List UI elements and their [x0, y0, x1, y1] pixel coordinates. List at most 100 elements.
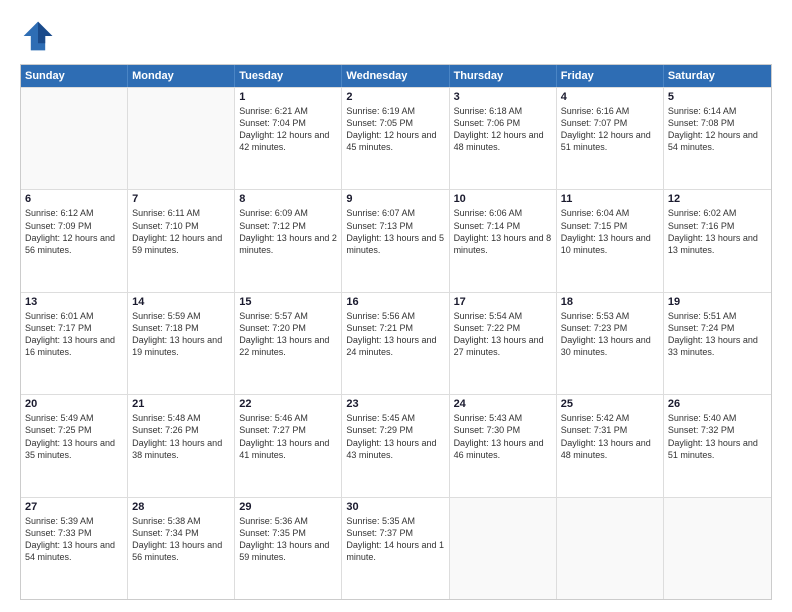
cell-info: Sunrise: 6:06 AM Sunset: 7:14 PM Dayligh… [454, 207, 552, 256]
day-number: 25 [561, 398, 659, 410]
cell-info: Sunrise: 5:39 AM Sunset: 7:33 PM Dayligh… [25, 515, 123, 564]
day-number: 9 [346, 193, 444, 205]
cell-info: Sunrise: 6:21 AM Sunset: 7:04 PM Dayligh… [239, 105, 337, 154]
calendar: SundayMondayTuesdayWednesdayThursdayFrid… [20, 64, 772, 600]
calendar-cell: 20Sunrise: 5:49 AM Sunset: 7:25 PM Dayli… [21, 395, 128, 496]
calendar-cell [557, 498, 664, 599]
cell-info: Sunrise: 5:43 AM Sunset: 7:30 PM Dayligh… [454, 412, 552, 461]
calendar-cell [128, 88, 235, 189]
calendar-cell: 25 Sunrise: 5:42 AM Sunset: 7:31 PM Dayli… [557, 395, 664, 496]
calendar-cell [664, 498, 771, 599]
day-number: 16 [346, 296, 444, 308]
day-number: 4 [561, 91, 659, 103]
day-number: 24 [454, 398, 552, 410]
cell-info: Sunrise: 5:56 AM Sunset: 7:21 PM Dayligh… [346, 310, 444, 359]
cell-info: Sunrise: 5:54 AM Sunset: 7:22 PM Dayligh… [454, 310, 552, 359]
cell-info: Sunrise: 6:04 AM Sunset: 7:15 PM Dayligh… [561, 207, 659, 256]
day-number: 12 [668, 193, 767, 205]
cell-info: Sunrise: 5:59 AM Sunset: 7:18 PM Dayligh… [132, 310, 230, 359]
day-number: 2 [346, 91, 444, 103]
cell-info: Sunrise: 6:12 AM Sunset: 7:09 PM Dayligh… [25, 207, 123, 256]
calendar-cell: 7 Sunrise: 6:11 AM Sunset: 7:10 PM Daylig… [128, 190, 235, 291]
calendar-cell [21, 88, 128, 189]
calendar-cell: 1 Sunrise: 6:21 AM Sunset: 7:04 PM Daylig… [235, 88, 342, 189]
calendar-cell: 13 Sunrise: 6:01 AM Sunset: 7:17 PM Dayli… [21, 293, 128, 394]
cell-info: Sunrise: 6:01 AM Sunset: 7:17 PM Dayligh… [25, 310, 123, 359]
day-number: 13 [25, 296, 123, 308]
calendar-row-3: 20Sunrise: 5:49 AM Sunset: 7:25 PM Dayli… [21, 394, 771, 496]
calendar-cell: 3Sunrise: 6:18 AM Sunset: 7:06 PM Daylig… [450, 88, 557, 189]
day-header-monday: Monday [128, 65, 235, 87]
day-number: 11 [561, 193, 659, 205]
day-number: 10 [454, 193, 552, 205]
day-number: 19 [668, 296, 767, 308]
day-number: 22 [239, 398, 337, 410]
calendar-row-1: 6 Sunrise: 6:12 AM Sunset: 7:09 PM Daylig… [21, 189, 771, 291]
day-number: 8 [239, 193, 337, 205]
day-number: 23 [346, 398, 444, 410]
day-number: 5 [668, 91, 767, 103]
cell-info: Sunrise: 6:14 AM Sunset: 7:08 PM Dayligh… [668, 105, 767, 154]
calendar-cell: 29 Sunrise: 5:36 AM Sunset: 7:35 PM Dayli… [235, 498, 342, 599]
calendar-cell: 5 Sunrise: 6:14 AM Sunset: 7:08 PM Daylig… [664, 88, 771, 189]
calendar-row-2: 13 Sunrise: 6:01 AM Sunset: 7:17 PM Dayli… [21, 292, 771, 394]
day-number: 26 [668, 398, 767, 410]
calendar-cell: 24 Sunrise: 5:43 AM Sunset: 7:30 PM Dayli… [450, 395, 557, 496]
calendar-cell: 2 Sunrise: 6:19 AM Sunset: 7:05 PM Daylig… [342, 88, 449, 189]
calendar-cell: 12 Sunrise: 6:02 AM Sunset: 7:16 PM Dayli… [664, 190, 771, 291]
calendar-cell: 11 Sunrise: 6:04 AM Sunset: 7:15 PM Dayli… [557, 190, 664, 291]
day-header-friday: Friday [557, 65, 664, 87]
day-number: 3 [454, 91, 552, 103]
day-number: 14 [132, 296, 230, 308]
cell-info: Sunrise: 5:36 AM Sunset: 7:35 PM Dayligh… [239, 515, 337, 564]
cell-info: Sunrise: 5:42 AM Sunset: 7:31 PM Dayligh… [561, 412, 659, 461]
cell-info: Sunrise: 6:07 AM Sunset: 7:13 PM Dayligh… [346, 207, 444, 256]
calendar-row-4: 27Sunrise: 5:39 AM Sunset: 7:33 PM Dayli… [21, 497, 771, 599]
calendar-cell: 4 Sunrise: 6:16 AM Sunset: 7:07 PM Daylig… [557, 88, 664, 189]
cell-info: Sunrise: 6:19 AM Sunset: 7:05 PM Dayligh… [346, 105, 444, 154]
calendar-cell: 8Sunrise: 6:09 AM Sunset: 7:12 PM Daylig… [235, 190, 342, 291]
logo [20, 18, 62, 54]
calendar-cell: 6 Sunrise: 6:12 AM Sunset: 7:09 PM Daylig… [21, 190, 128, 291]
calendar-cell: 27Sunrise: 5:39 AM Sunset: 7:33 PM Dayli… [21, 498, 128, 599]
cell-info: Sunrise: 5:45 AM Sunset: 7:29 PM Dayligh… [346, 412, 444, 461]
calendar-cell: 23 Sunrise: 5:45 AM Sunset: 7:29 PM Dayli… [342, 395, 449, 496]
cell-info: Sunrise: 5:46 AM Sunset: 7:27 PM Dayligh… [239, 412, 337, 461]
calendar-cell: 15 Sunrise: 5:57 AM Sunset: 7:20 PM Dayli… [235, 293, 342, 394]
day-number: 20 [25, 398, 123, 410]
cell-info: Sunrise: 5:51 AM Sunset: 7:24 PM Dayligh… [668, 310, 767, 359]
day-header-saturday: Saturday [664, 65, 771, 87]
header [20, 18, 772, 54]
day-number: 30 [346, 501, 444, 513]
calendar-cell: 30 Sunrise: 5:35 AM Sunset: 7:37 PM Dayli… [342, 498, 449, 599]
calendar-cell: 9 Sunrise: 6:07 AM Sunset: 7:13 PM Daylig… [342, 190, 449, 291]
cell-info: Sunrise: 5:48 AM Sunset: 7:26 PM Dayligh… [132, 412, 230, 461]
day-number: 17 [454, 296, 552, 308]
calendar-cell: 19 Sunrise: 5:51 AM Sunset: 7:24 PM Dayli… [664, 293, 771, 394]
calendar-body: 1 Sunrise: 6:21 AM Sunset: 7:04 PM Daylig… [21, 87, 771, 599]
day-number: 1 [239, 91, 337, 103]
day-number: 21 [132, 398, 230, 410]
calendar-row-0: 1 Sunrise: 6:21 AM Sunset: 7:04 PM Daylig… [21, 87, 771, 189]
calendar-cell: 10 Sunrise: 6:06 AM Sunset: 7:14 PM Dayli… [450, 190, 557, 291]
cell-info: Sunrise: 6:02 AM Sunset: 7:16 PM Dayligh… [668, 207, 767, 256]
day-number: 15 [239, 296, 337, 308]
day-number: 18 [561, 296, 659, 308]
day-number: 6 [25, 193, 123, 205]
cell-info: Sunrise: 5:35 AM Sunset: 7:37 PM Dayligh… [346, 515, 444, 564]
day-number: 7 [132, 193, 230, 205]
calendar-cell: 18Sunrise: 5:53 AM Sunset: 7:23 PM Dayli… [557, 293, 664, 394]
day-number: 29 [239, 501, 337, 513]
cell-info: Sunrise: 6:11 AM Sunset: 7:10 PM Dayligh… [132, 207, 230, 256]
calendar-cell: 14 Sunrise: 5:59 AM Sunset: 7:18 PM Dayli… [128, 293, 235, 394]
cell-info: Sunrise: 6:16 AM Sunset: 7:07 PM Dayligh… [561, 105, 659, 154]
calendar-cell: 16 Sunrise: 5:56 AM Sunset: 7:21 PM Dayli… [342, 293, 449, 394]
calendar-cell: 28Sunrise: 5:38 AM Sunset: 7:34 PM Dayli… [128, 498, 235, 599]
cell-info: Sunrise: 5:38 AM Sunset: 7:34 PM Dayligh… [132, 515, 230, 564]
cell-info: Sunrise: 5:57 AM Sunset: 7:20 PM Dayligh… [239, 310, 337, 359]
calendar-cell [450, 498, 557, 599]
day-header-sunday: Sunday [21, 65, 128, 87]
day-header-wednesday: Wednesday [342, 65, 449, 87]
day-header-tuesday: Tuesday [235, 65, 342, 87]
calendar-cell: 17 Sunrise: 5:54 AM Sunset: 7:22 PM Dayli… [450, 293, 557, 394]
